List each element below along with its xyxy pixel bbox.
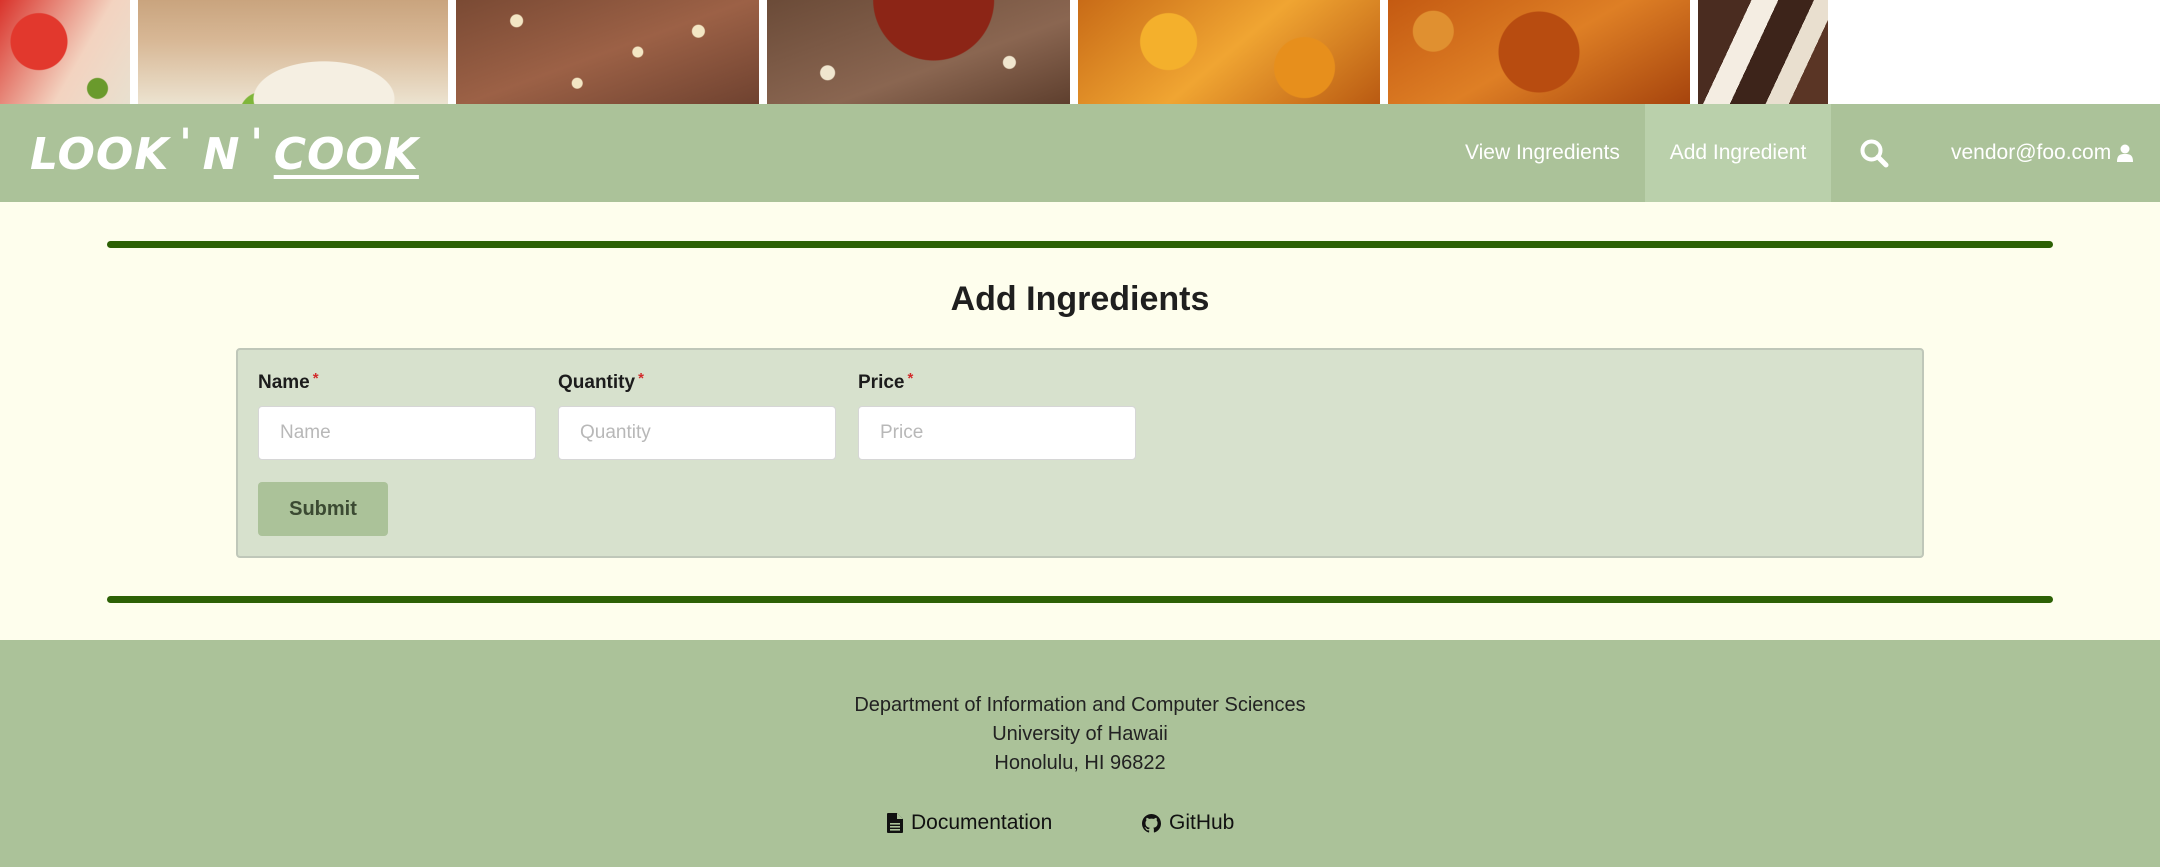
github-icon (1142, 813, 1161, 833)
banner-photo-strawberry (0, 0, 130, 104)
nav-add-ingredient-label: Add Ingredient (1669, 141, 1807, 164)
page-title: Add Ingredients (950, 280, 1210, 318)
submit-button[interactable]: Submit (258, 482, 388, 536)
name-label: Name * (258, 370, 536, 396)
brand-logo[interactable]: LOOK ' N ' COOK (30, 121, 419, 182)
search-icon (1860, 139, 1889, 168)
nav-search-button[interactable] (1831, 104, 1917, 202)
banner-photo-peach (1078, 0, 1380, 104)
nav-view-ingredients-label: View Ingredients (1465, 141, 1620, 164)
quantity-label-text: Quantity (558, 372, 636, 393)
banner-photo-noodles (138, 0, 448, 104)
navbar: LOOK ' N ' COOK View Ingredients Add Ing… (0, 104, 2160, 202)
bottom-divider (107, 596, 2053, 603)
price-input[interactable] (858, 406, 1136, 460)
banner-photo-brownie (767, 0, 1070, 104)
footer-github-link[interactable]: GitHub (1142, 811, 1234, 835)
price-label: Price * (858, 370, 1136, 396)
price-label-text: Price (858, 372, 905, 393)
name-input[interactable] (258, 406, 536, 460)
brand-cook: COOK (273, 128, 419, 180)
brand-apostrophe: ' (179, 121, 193, 167)
banner-photo-chocolate (1698, 0, 1828, 104)
nav-view-ingredients[interactable]: View Ingredients (1465, 104, 1645, 202)
price-field-group: Price * (858, 370, 1136, 460)
footer: Department of Information and Computer S… (0, 640, 2160, 867)
quantity-field-group: Quantity * (558, 370, 836, 460)
name-label-text: Name (258, 372, 310, 393)
name-field-group: Name * (258, 370, 536, 460)
user-email: vendor@foo.com (1951, 141, 2112, 164)
banner-photo-granola (456, 0, 759, 104)
top-divider (107, 241, 2053, 248)
brand-n: N (202, 128, 241, 180)
required-marker: * (638, 370, 644, 387)
brand-look: LOOK (30, 128, 170, 180)
quantity-input[interactable] (558, 406, 836, 460)
footer-address: Honolulu, HI 96822 (994, 752, 1166, 774)
footer-department: Department of Information and Computer S… (854, 694, 1306, 716)
footer-university: University of Hawaii (992, 723, 1168, 745)
food-banner (0, 0, 2160, 104)
file-icon (887, 813, 903, 833)
footer-github-label: GitHub (1169, 811, 1235, 834)
nav-add-ingredient[interactable]: Add Ingredient (1645, 104, 1831, 202)
user-icon (2117, 144, 2134, 162)
banner-photo-glazed (1388, 0, 1690, 104)
footer-documentation-label: Documentation (911, 811, 1053, 834)
quantity-label: Quantity * (558, 370, 836, 396)
required-marker: * (312, 370, 319, 387)
footer-documentation-link[interactable]: Documentation (887, 811, 1052, 835)
add-ingredient-form: Name* Quantity* Price* Submit (236, 348, 1924, 558)
brand-apostrophe: ' (250, 121, 264, 167)
nav-user-menu[interactable]: vendor@foo.com (1951, 104, 2151, 202)
required-marker: * (907, 370, 914, 387)
